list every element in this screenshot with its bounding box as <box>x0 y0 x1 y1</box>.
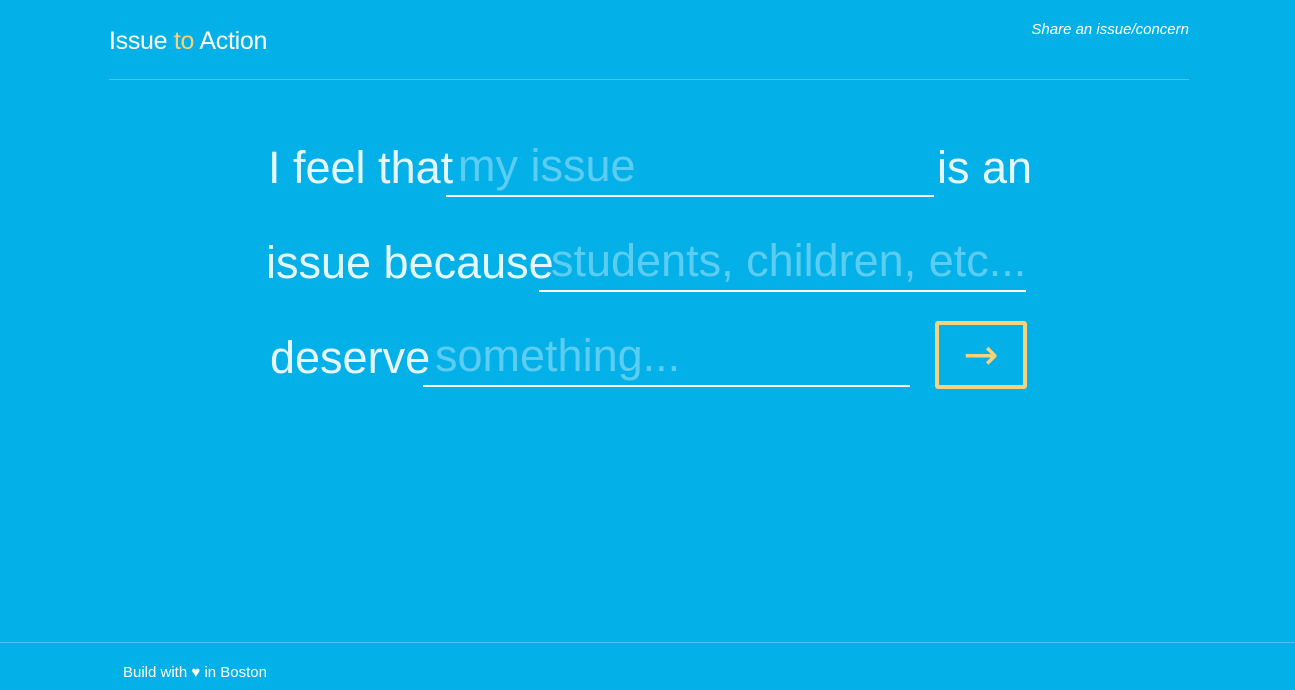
line1-suffix: is an <box>937 142 1033 193</box>
issue-form: I feel that is an issue because deserve … <box>0 0 1295 640</box>
group-field <box>539 232 1026 292</box>
footer-credit: Build with ♥ in Boston <box>123 664 267 681</box>
line1-prefix: I feel that <box>268 142 454 193</box>
issue-field <box>446 137 934 197</box>
submit-button[interactable]: → <box>935 321 1027 389</box>
need-field <box>423 327 910 387</box>
group-input[interactable] <box>539 232 1026 290</box>
line3-prefix: deserve <box>270 332 431 383</box>
line2-prefix: issue because <box>266 237 554 288</box>
footer: Build with ♥ in Boston <box>0 642 1295 690</box>
need-input[interactable] <box>423 327 910 385</box>
arrow-right-icon: → <box>963 330 999 379</box>
page: Issue to Action Share an issue/concern I… <box>0 0 1295 690</box>
issue-input[interactable] <box>446 137 934 195</box>
